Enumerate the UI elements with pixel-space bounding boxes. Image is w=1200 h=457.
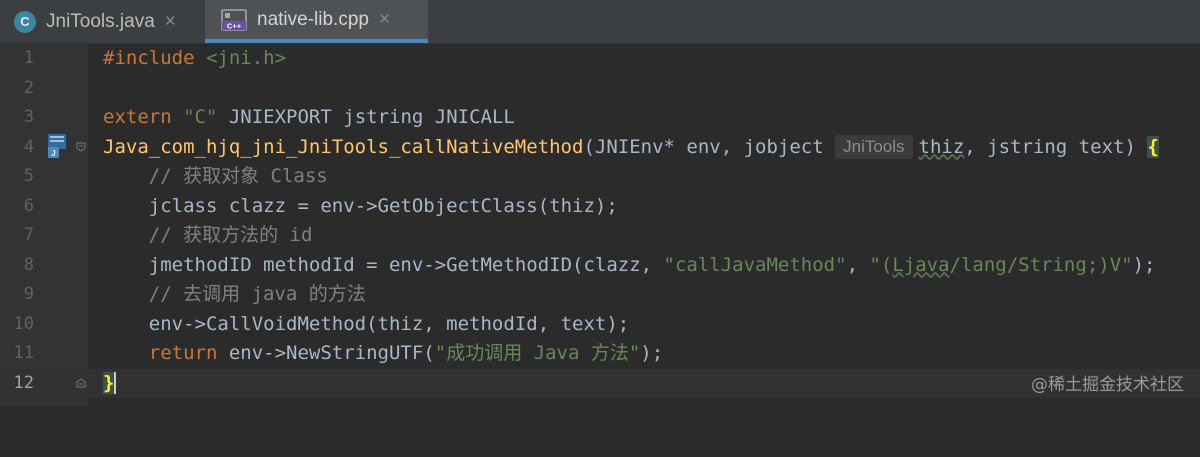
code-line-10: env->CallVoidMethod(thiz, methodId, text… [88, 310, 629, 340]
string-literal: "C" [183, 106, 218, 128]
string-literal: /lang/String;)V" [949, 253, 1133, 276]
code-text: , [846, 253, 870, 276]
function-name: Java_com_hjq_jni_JniTools_callNativeMeth… [103, 135, 584, 158]
code-line-8: jmethodID methodId = env->GetMethodID(cl… [88, 251, 1156, 281]
code-text: , jstring text) [964, 135, 1148, 158]
line-number: 1 [23, 48, 34, 68]
line-number: 5 [23, 166, 34, 186]
code-text: (JNIEnv* env, jobject [583, 135, 836, 158]
code-line-7: // 获取方法的 id [88, 221, 313, 251]
jni-bookmark-icon[interactable]: J [46, 133, 68, 159]
tab-native-lib-cpp[interactable]: C++ native-lib.cpp × [205, 0, 428, 43]
watermark: @稀土掘金技术社区 [1031, 375, 1184, 395]
fold-open-icon[interactable] [76, 142, 86, 152]
include-directive: #include [103, 47, 195, 69]
editor-tab-bar: C JniTools.java × C++ native-lib.cpp × [0, 0, 1200, 44]
line-number: 7 [23, 225, 34, 245]
line-number: 4 [23, 136, 34, 157]
code-line-9: // 去调用 java 的方法 [88, 280, 366, 310]
tab-label: native-lib.cpp [257, 8, 369, 30]
string-literal: "成功调用 Java 方法" [434, 342, 641, 364]
param-thiz: thiz [918, 135, 965, 158]
svg-text:J: J [51, 149, 55, 158]
include-header: <jni.h> [205, 47, 287, 69]
code-text: ); [640, 342, 664, 364]
code-line-4: Java_com_hjq_jni_JniTools_callNativeMeth… [88, 133, 1159, 163]
comment: // 获取对象 Class [148, 165, 328, 187]
code-text: env->NewStringUTF( [217, 342, 435, 364]
code-text: env->CallVoidMethod(thiz, methodId, text… [148, 312, 630, 335]
string-literal: "callJavaMethod" [663, 253, 847, 276]
string-literal-typo: Ljava [892, 253, 950, 276]
tab-jnitools-java[interactable]: C JniTools.java × [0, 0, 205, 43]
extern-keyword: extern [103, 106, 172, 128]
close-icon[interactable]: × [165, 11, 176, 33]
code-text: JNIEXPORT jstring JNICALL [217, 106, 515, 128]
code-editor[interactable]: #include <jni.h> extern "C" JNIEXPORT js… [88, 44, 1200, 407]
string-literal: "( [869, 253, 893, 276]
line-number: 9 [23, 284, 34, 304]
return-keyword: return [148, 342, 218, 364]
code-line-3: extern "C" JNIEXPORT jstring JNICALL [88, 103, 515, 133]
code-text: ); [1132, 253, 1156, 276]
code-line-5: // 获取对象 Class [88, 162, 328, 192]
line-number: 8 [23, 254, 34, 275]
code-line-6: jclass clazz = env->GetObjectClass(thiz)… [88, 192, 618, 222]
svg-text:C++: C++ [227, 21, 242, 30]
line-number: 6 [23, 195, 34, 216]
open-brace: { [1147, 135, 1159, 158]
line-number: 2 [23, 77, 34, 98]
fold-close-icon[interactable] [76, 378, 86, 388]
line-number-gutter: 1 2 3 4 5 6 7 8 9 10 11 12 J [0, 44, 88, 407]
text-caret [114, 372, 117, 394]
line-number: 3 [23, 107, 34, 127]
code-text: jmethodID methodId = env->GetMethodID(cl… [148, 253, 664, 276]
tab-label: JniTools.java [46, 10, 155, 32]
comment: // 去调用 java 的方法 [148, 283, 366, 305]
code-line-12: } [88, 369, 134, 399]
line-number: 10 [13, 313, 34, 334]
line-number: 11 [13, 343, 34, 363]
java-class-icon: C [14, 10, 36, 33]
code-text: jclass clazz = env->GetObjectClass(thiz)… [148, 194, 618, 217]
close-icon[interactable]: × [379, 9, 390, 31]
type-hint: JniTools [835, 135, 913, 159]
code-line-11: return env->NewStringUTF("成功调用 Java 方法")… [88, 339, 663, 369]
cpp-file-icon: C++ [221, 8, 247, 31]
line-number-current: 12 [13, 372, 34, 393]
comment: // 获取方法的 id [148, 224, 313, 246]
code-line-1: #include <jni.h> [88, 44, 286, 74]
close-brace: } [103, 371, 115, 394]
